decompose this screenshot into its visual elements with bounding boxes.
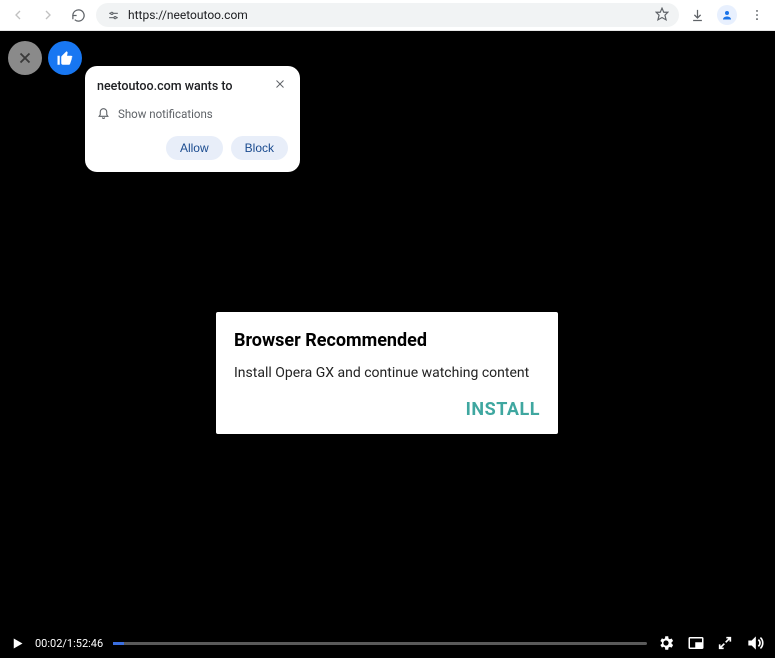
fullscreen-icon[interactable] [717, 635, 733, 651]
url-text: https://neetoutoo.com [128, 8, 647, 22]
overlay-subtitle: Install Opera GX and continue watching c… [234, 365, 540, 381]
profile-button[interactable] [715, 3, 739, 27]
site-settings-icon[interactable] [106, 8, 120, 22]
close-icon[interactable] [272, 76, 288, 96]
forward-button[interactable] [36, 3, 60, 27]
progress-fill [113, 642, 124, 645]
settings-icon[interactable] [657, 634, 675, 652]
kebab-menu-icon[interactable] [745, 3, 769, 27]
time-display: 00:02/1:52:46 [35, 637, 103, 650]
download-icon[interactable] [685, 3, 709, 27]
back-button[interactable] [6, 3, 30, 27]
install-browser-overlay: Browser Recommended Install Opera GX and… [216, 312, 558, 434]
volume-icon[interactable] [745, 633, 765, 653]
pip-icon[interactable] [687, 634, 705, 652]
reload-button[interactable] [66, 3, 90, 27]
video-control-bar: 00:02/1:52:46 [0, 628, 775, 658]
bookmark-icon[interactable] [655, 7, 669, 24]
permission-item-label: Show notifications [118, 107, 213, 121]
block-button[interactable]: Block [231, 136, 288, 160]
allow-button[interactable]: Allow [166, 136, 223, 160]
like-button[interactable] [48, 41, 82, 75]
overlay-top-left [8, 41, 82, 75]
overlay-title: Browser Recommended [234, 330, 540, 351]
video-player[interactable]: neetoutoo.com wants to Show notification… [0, 31, 775, 658]
browser-toolbar: https://neetoutoo.com [0, 0, 775, 31]
play-button[interactable] [10, 636, 25, 651]
bell-icon [97, 106, 110, 122]
address-bar[interactable]: https://neetoutoo.com [96, 3, 679, 27]
notification-permission-dialog: neetoutoo.com wants to Show notification… [85, 66, 300, 172]
permission-title: neetoutoo.com wants to [97, 79, 233, 94]
install-button[interactable]: INSTALL [234, 399, 540, 420]
progress-bar[interactable] [113, 642, 647, 645]
dismiss-overlay-button[interactable] [8, 41, 42, 75]
